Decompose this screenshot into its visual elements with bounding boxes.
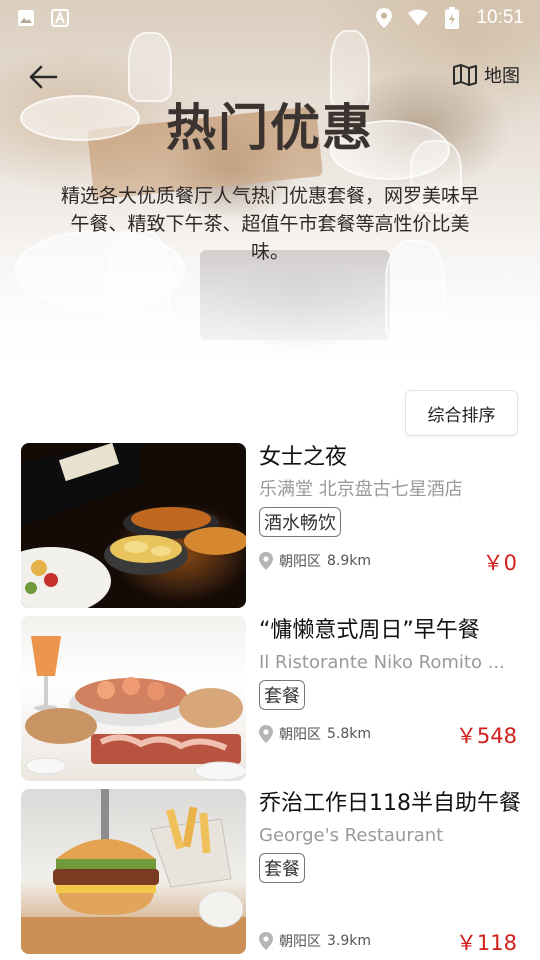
- font-icon: [50, 8, 70, 28]
- deal-distance: 5.8km: [327, 726, 372, 742]
- deal-location: 朝阳区 5.8km: [259, 724, 371, 744]
- page-description: 精选各大优质餐厅人气热门优惠套餐，网罗美味早午餐、精致下午茶、超值午市套餐等高性…: [60, 185, 479, 263]
- deal-price: ￥118: [455, 931, 517, 955]
- map-icon: [453, 64, 477, 86]
- location-pin-icon: [259, 725, 273, 743]
- deal-tag: 套餐: [259, 680, 305, 710]
- deal-image: [21, 616, 246, 781]
- deal-location: 朝阳区 3.9km: [259, 931, 371, 951]
- deal-distance: 8.9km: [327, 553, 372, 569]
- deal-district: 朝阳区: [279, 934, 321, 950]
- location-pin-icon: [259, 932, 273, 950]
- map-label: 地图: [484, 66, 520, 87]
- status-bar: 10:51: [0, 0, 540, 36]
- deal-district: 朝阳区: [279, 727, 321, 743]
- deal-title: 乔治工作日118半自助午餐: [259, 791, 521, 816]
- battery-icon: [442, 7, 462, 29]
- deal-title: “慵懒意式周日”早午餐: [259, 618, 480, 643]
- deal-price: ￥0: [482, 551, 517, 575]
- deal-image: [21, 789, 246, 954]
- deal-price: ￥548: [455, 724, 517, 748]
- deal-card[interactable]: 乔治工作日118半自助午餐 George's Restaurant 套餐 朝阳区…: [21, 789, 521, 955]
- location-icon: [374, 8, 394, 28]
- deal-location: 朝阳区 8.9km: [259, 551, 371, 571]
- map-button[interactable]: 地图: [452, 62, 520, 88]
- deal-card[interactable]: 女士之夜 乐满堂 北京盘古七星酒店 酒水畅饮 朝阳区 8.9km ￥0: [21, 443, 521, 608]
- deal-card[interactable]: “慵懒意式周日”早午餐 Il Ristorante Niko Romito ..…: [21, 616, 521, 781]
- deal-image: [21, 443, 246, 608]
- deal-tag: 酒水畅饮: [259, 507, 341, 537]
- page-title: 热门优惠: [166, 99, 374, 157]
- location-pin-icon: [259, 552, 273, 570]
- image-icon: [16, 8, 36, 28]
- deal-info: “慵懒意式周日”早午餐 Il Ristorante Niko Romito ..…: [259, 616, 521, 710]
- status-time: 10:51: [476, 7, 524, 28]
- sort-button[interactable]: 综合排序: [405, 390, 518, 436]
- deal-info: 女士之夜 乐满堂 北京盘古七星酒店 酒水畅饮: [259, 443, 521, 537]
- deal-restaurant: George's Restaurant: [259, 825, 444, 846]
- deal-distance: 3.9km: [327, 933, 372, 949]
- wifi-icon: [408, 8, 429, 28]
- deal-restaurant: 乐满堂 北京盘古七星酒店: [259, 479, 463, 500]
- deal-info: 乔治工作日118半自助午餐 George's Restaurant 套餐: [259, 789, 521, 883]
- deal-restaurant: Il Ristorante Niko Romito ...: [259, 652, 505, 673]
- deal-tag: 套餐: [259, 853, 305, 883]
- deal-district: 朝阳区: [279, 554, 321, 570]
- deal-title: 女士之夜: [259, 445, 348, 470]
